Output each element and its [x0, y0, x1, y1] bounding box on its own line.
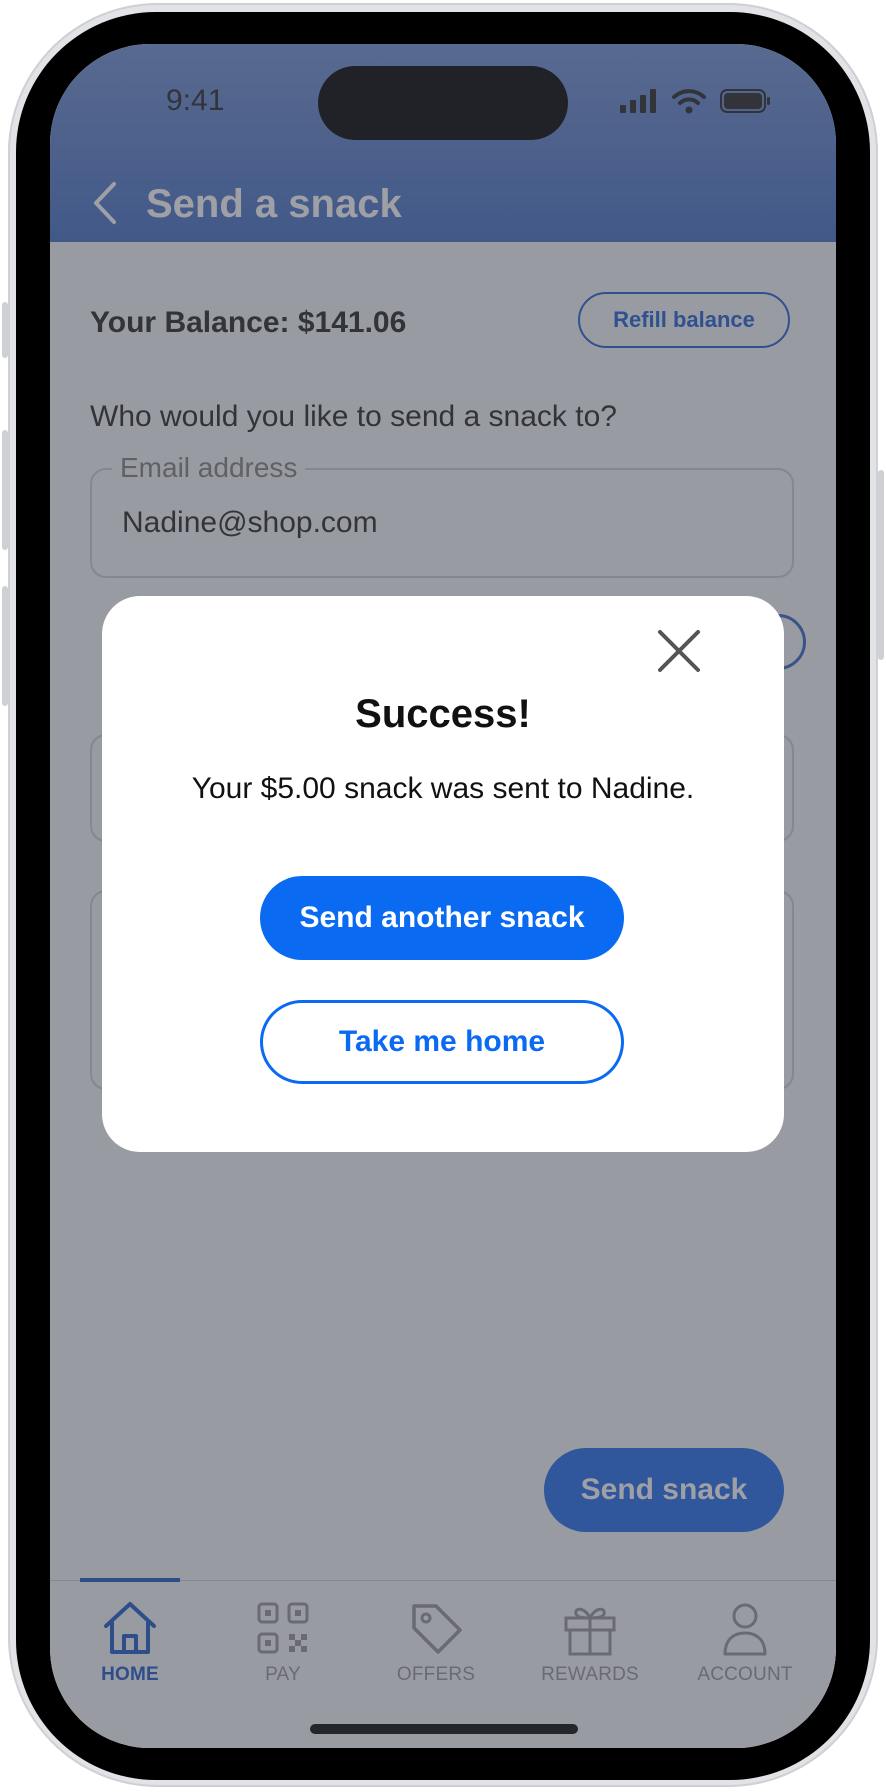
- take-me-home-button[interactable]: Take me home: [260, 1000, 624, 1084]
- modal-message: Your $5.00 snack was sent to Nadine.: [191, 772, 695, 805]
- modal-title: Success!: [355, 692, 531, 736]
- side-button: [2, 302, 8, 358]
- app-screen: 9:41 Send a snack Your Balance: $141.06 …: [50, 44, 836, 1748]
- side-button: [878, 470, 884, 660]
- side-button: [2, 586, 8, 706]
- close-icon[interactable]: [654, 626, 704, 676]
- side-button: [2, 430, 8, 550]
- send-another-snack-button[interactable]: Send another snack: [260, 876, 624, 960]
